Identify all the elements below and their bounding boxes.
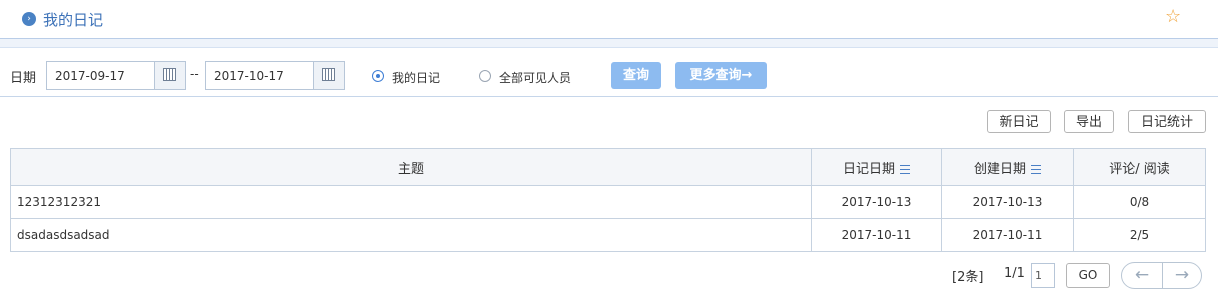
column-header-diary-date[interactable]: 日记日期 (811, 148, 942, 186)
date-separator: -- (190, 67, 199, 81)
row-diary-date: 2017-10-13 (811, 185, 942, 219)
record-count: [2条] (952, 270, 984, 285)
column-header-subject: 主题 (10, 148, 812, 186)
table-header-row: 主题 日记日期 创建日期 评论/ 阅读 (10, 148, 1206, 186)
radio-all-visible[interactable] (479, 70, 491, 82)
sort-icon[interactable] (1031, 164, 1041, 174)
calendar-icon (163, 68, 176, 81)
table-row[interactable]: dsadasdsadsad 2017-10-11 2017-10-11 2/5 (10, 218, 1206, 252)
radio-all-visible-label[interactable]: 全部可见人员 (499, 69, 571, 86)
header-divider (0, 38, 1218, 48)
sort-icon[interactable] (900, 164, 910, 174)
page-nav: ← → (1121, 262, 1202, 289)
filter-bar: 日期 2017-09-17 -- 2017-10-17 我的日记 全部可见人员 … (0, 49, 1218, 97)
start-date-field[interactable]: 2017-09-17 (46, 61, 186, 90)
chevron-right-icon: › (22, 12, 36, 26)
column-header-created-date[interactable]: 创建日期 (941, 148, 1074, 186)
page-header: › 我的日记 ☆ (0, 0, 1218, 38)
end-date-value: 2017-10-17 (214, 69, 284, 83)
query-button[interactable]: 查询 (611, 62, 661, 89)
star-icon[interactable]: ☆ (1165, 7, 1181, 27)
date-label: 日期 (10, 71, 37, 86)
row-diary-date: 2017-10-11 (811, 218, 942, 252)
calendar-icon (322, 68, 335, 81)
row-subject[interactable]: dsadasdsadsad (10, 218, 812, 252)
start-date-calendar-button[interactable] (154, 62, 185, 89)
radio-my-diary[interactable] (372, 70, 384, 82)
new-diary-button[interactable]: 新日记 (987, 110, 1051, 133)
more-query-button[interactable]: 更多查询→ (675, 62, 767, 89)
arrow-right-icon[interactable]: → (1162, 263, 1201, 288)
go-button[interactable]: GO (1066, 263, 1110, 288)
row-comments-reads: 0/8 (1073, 185, 1206, 219)
row-created-date: 2017-10-13 (941, 185, 1074, 219)
page-title: 我的日记 (43, 11, 104, 29)
row-comments-reads: 2/5 (1073, 218, 1206, 252)
page-indicator: 1/1 (1004, 266, 1025, 281)
row-created-date: 2017-10-11 (941, 218, 1074, 252)
page-number-input[interactable]: 1 (1031, 263, 1055, 288)
row-subject[interactable]: 12312312321 (10, 185, 812, 219)
arrow-left-icon[interactable]: ← (1122, 263, 1163, 288)
diary-stats-button[interactable]: 日记统计 (1128, 110, 1206, 133)
radio-my-diary-label[interactable]: 我的日记 (392, 69, 440, 86)
start-date-value: 2017-09-17 (55, 69, 125, 83)
diary-table: 主题 日记日期 创建日期 评论/ 阅读 12312312321 2017-10-… (10, 148, 1206, 252)
end-date-calendar-button[interactable] (313, 62, 344, 89)
column-header-comments-reads: 评论/ 阅读 (1073, 148, 1206, 186)
export-button[interactable]: 导出 (1064, 110, 1114, 133)
table-row[interactable]: 12312312321 2017-10-13 2017-10-13 0/8 (10, 185, 1206, 219)
end-date-field[interactable]: 2017-10-17 (205, 61, 345, 90)
